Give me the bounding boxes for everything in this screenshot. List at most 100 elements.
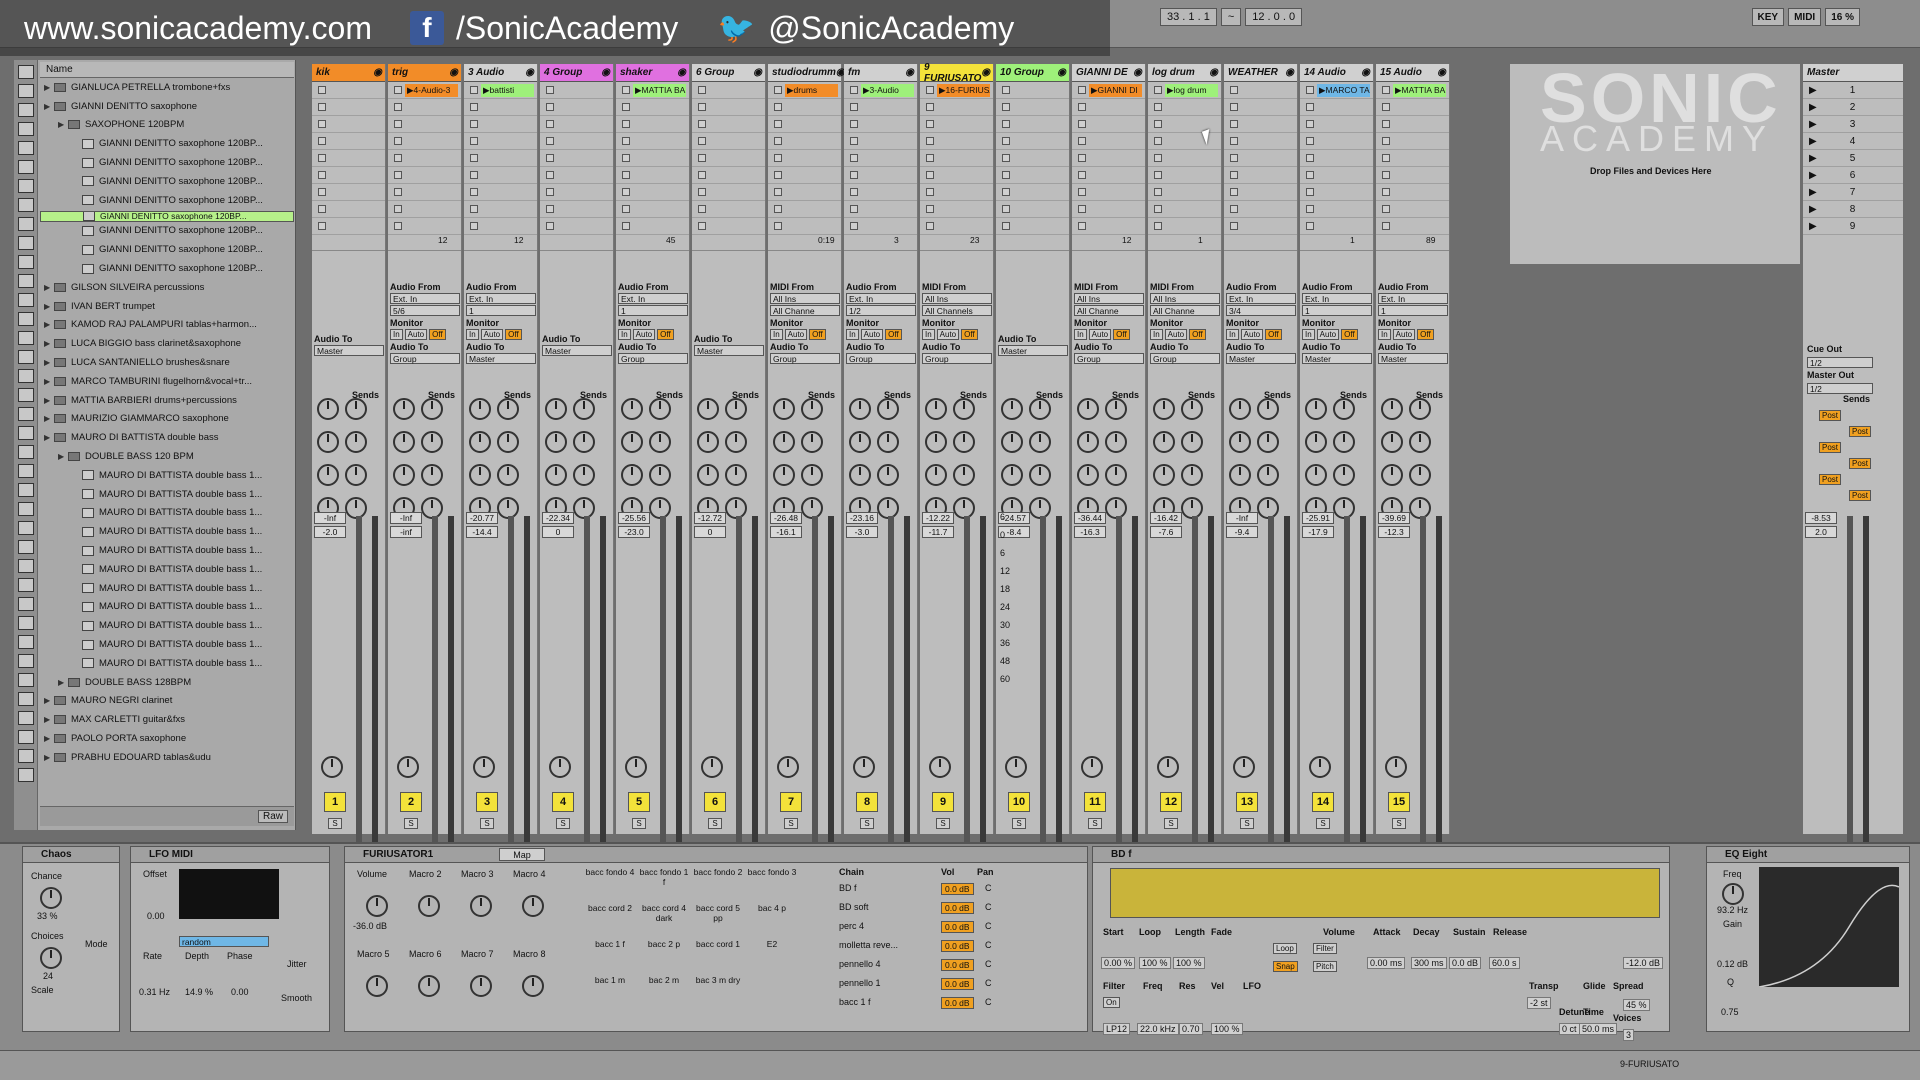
clip-stop-button[interactable] <box>318 137 326 145</box>
browser-category-icon[interactable] <box>17 597 34 611</box>
pan-knob[interactable] <box>1309 756 1331 778</box>
clip-slot[interactable] <box>844 218 917 235</box>
clip-slot[interactable] <box>464 201 537 218</box>
clip-stop-button[interactable] <box>318 103 326 111</box>
clip-stop-button[interactable] <box>1382 222 1390 230</box>
clip-stop-button[interactable] <box>926 154 934 162</box>
volume-value[interactable]: -12.22 <box>922 512 954 524</box>
sampler-value[interactable]: 100 % <box>1139 957 1171 969</box>
sampler-value[interactable]: 60.0 s <box>1489 957 1520 969</box>
clip-stop-button[interactable] <box>1382 103 1390 111</box>
send-knob[interactable] <box>801 431 823 453</box>
drum-pad[interactable]: bac 1 m <box>585 975 635 985</box>
clip-stop-button[interactable] <box>394 86 402 94</box>
send-knob[interactable] <box>849 464 871 486</box>
scene-launch[interactable]: ▶ 9 <box>1803 218 1903 235</box>
chain-pan[interactable]: C <box>985 902 992 912</box>
clip-slot[interactable] <box>996 150 1069 167</box>
browser-category-icon[interactable] <box>17 84 34 98</box>
clip-stop-button[interactable] <box>698 137 706 145</box>
monitor-auto-button[interactable]: Auto <box>1164 329 1188 340</box>
clip-slot[interactable] <box>540 99 613 116</box>
monitor-auto-button[interactable]: Auto <box>860 329 884 340</box>
sampler-value[interactable]: 0.70 <box>1179 1023 1203 1035</box>
clip-stop-button[interactable] <box>1078 154 1086 162</box>
expand-icon[interactable]: ▶ <box>44 83 54 92</box>
chain-name[interactable]: molletta reve... <box>839 940 898 950</box>
monitor-in-button[interactable]: In <box>1074 329 1087 340</box>
clip-stop-button[interactable] <box>926 222 934 230</box>
browser-item[interactable]: GIANNI DENITTO saxophone 120BP... <box>40 172 294 191</box>
clip-stop-button[interactable] <box>850 188 858 196</box>
browser-category-icon[interactable] <box>17 312 34 326</box>
volume-value[interactable]: -26.48 <box>770 512 802 524</box>
clip-slot[interactable] <box>768 150 841 167</box>
drum-pad[interactable]: bac 3 m dry <box>693 975 743 985</box>
clip-slot[interactable] <box>1072 167 1145 184</box>
browser-item[interactable]: ▶ GIANNI DENITTO saxophone <box>40 97 294 116</box>
chain-pan[interactable]: C <box>985 997 992 1007</box>
send-knob[interactable] <box>1181 398 1203 420</box>
clip-slot[interactable] <box>540 150 613 167</box>
clip-stop-button[interactable] <box>1154 86 1162 94</box>
volume-value[interactable]: -20.77 <box>466 512 498 524</box>
clip-slot[interactable] <box>464 116 537 133</box>
monitor-in-button[interactable]: In <box>1226 329 1239 340</box>
clip-slot[interactable] <box>1224 150 1297 167</box>
drum-pad[interactable]: bacc 2 p <box>639 939 689 949</box>
clip-slot[interactable] <box>388 150 461 167</box>
track-title[interactable]: GIANNI DE ◉ <box>1072 64 1145 82</box>
pan-value[interactable]: -9.4 <box>1226 526 1258 538</box>
drum-pad[interactable]: bac 2 m <box>639 975 689 985</box>
chance-value[interactable]: 33 % <box>37 911 58 921</box>
clip-stop-button[interactable] <box>394 120 402 128</box>
clip-stop-button[interactable] <box>774 154 782 162</box>
depth-value[interactable]: 14.9 % <box>185 987 213 997</box>
clip-stop-button[interactable] <box>850 137 858 145</box>
clip-stop-button[interactable] <box>1154 137 1162 145</box>
pan-knob[interactable] <box>1233 756 1255 778</box>
filter-tab[interactable]: Filter <box>1313 943 1337 954</box>
chain-pan[interactable]: C <box>985 978 992 988</box>
clip-stop-button[interactable] <box>622 137 630 145</box>
clip-stop-button[interactable] <box>1078 171 1086 179</box>
track-title[interactable]: studiodrumm ◉ <box>768 64 845 82</box>
pan-value[interactable]: -inf <box>390 526 422 538</box>
pan-knob[interactable] <box>701 756 723 778</box>
monitor-off-button[interactable]: Off <box>1189 329 1206 340</box>
clip-stop-button[interactable] <box>926 205 934 213</box>
clip-stop-button[interactable] <box>698 154 706 162</box>
clip-slot[interactable] <box>1300 218 1373 235</box>
scene-play-icon[interactable]: ▶ <box>1809 102 1817 113</box>
clip-slot[interactable] <box>920 201 993 218</box>
chance-knob[interactable] <box>40 887 62 909</box>
send-knob[interactable] <box>1001 431 1023 453</box>
clip-stop-button[interactable] <box>698 222 706 230</box>
monitor-auto-button[interactable]: Auto <box>1316 329 1340 340</box>
clip-slot[interactable] <box>312 150 385 167</box>
solo-button[interactable]: S <box>936 818 950 829</box>
drum-pad[interactable]: bacc cord 5 pp <box>693 903 743 923</box>
send-knob[interactable] <box>1181 464 1203 486</box>
clip[interactable]: ▶ GIANNI DI <box>1089 83 1142 97</box>
clip-slot[interactable] <box>844 99 917 116</box>
post-button[interactable]: Post <box>1849 458 1872 469</box>
clip[interactable]: ▶ battisti <box>481 83 534 97</box>
clip-slot[interactable] <box>616 150 689 167</box>
send-knob[interactable] <box>1153 431 1175 453</box>
clip-stop-button[interactable] <box>546 222 554 230</box>
volume-fader[interactable] <box>660 516 666 846</box>
send-knob[interactable] <box>953 431 975 453</box>
clip-slot[interactable] <box>540 116 613 133</box>
clip-slot[interactable] <box>996 167 1069 184</box>
macro-knob[interactable] <box>366 975 388 997</box>
send-knob[interactable] <box>649 464 671 486</box>
sampler-value[interactable]: LP12 <box>1103 1023 1131 1035</box>
pan-value[interactable]: -3.0 <box>846 526 878 538</box>
output-select[interactable]: Group <box>1074 353 1144 364</box>
clip-slot[interactable] <box>616 116 689 133</box>
send-knob[interactable] <box>1305 464 1327 486</box>
post-button[interactable]: Post <box>1819 442 1842 453</box>
solo-button[interactable]: S <box>1012 818 1026 829</box>
volume-fader[interactable] <box>964 516 970 846</box>
